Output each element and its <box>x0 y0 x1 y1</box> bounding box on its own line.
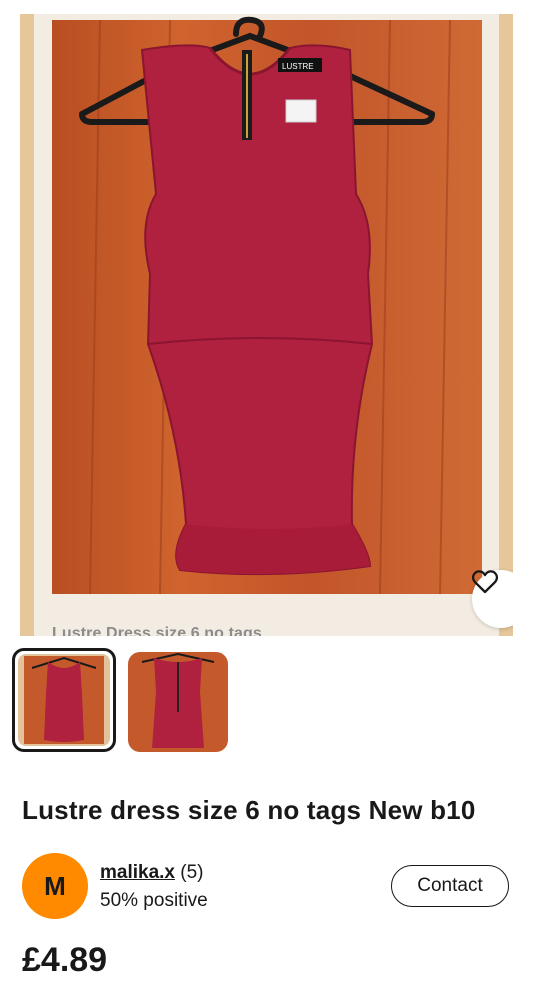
seller-info: malika.x (5) <box>100 862 204 884</box>
thumbnail-back-image <box>128 652 228 752</box>
contact-button[interactable]: Contact <box>391 865 509 907</box>
photo-caption: Lustre Dress size 6 no tags <box>52 625 262 636</box>
brand-tag: LUSTRE <box>282 62 314 71</box>
main-listing-photo[interactable]: LUSTRE Lustre Dress size 6 no tags <box>20 14 513 636</box>
seller-feedback-count: (5) <box>180 862 204 883</box>
seller-positive-rating: 50% positive <box>100 890 208 911</box>
listing-title: Lustre dress size 6 no tags New b10 <box>22 795 476 825</box>
seller-name-link[interactable]: malika.x <box>100 862 175 883</box>
thumbnail-2[interactable] <box>128 652 228 752</box>
dress-photo: LUSTRE <box>20 14 513 636</box>
thumbnail-front-image <box>18 654 110 746</box>
listing-price: £4.89 <box>22 941 108 979</box>
seller-avatar[interactable]: M <box>22 853 88 919</box>
heart-outline-icon <box>472 570 498 594</box>
thumbnail-1-selected[interactable] <box>12 648 116 752</box>
